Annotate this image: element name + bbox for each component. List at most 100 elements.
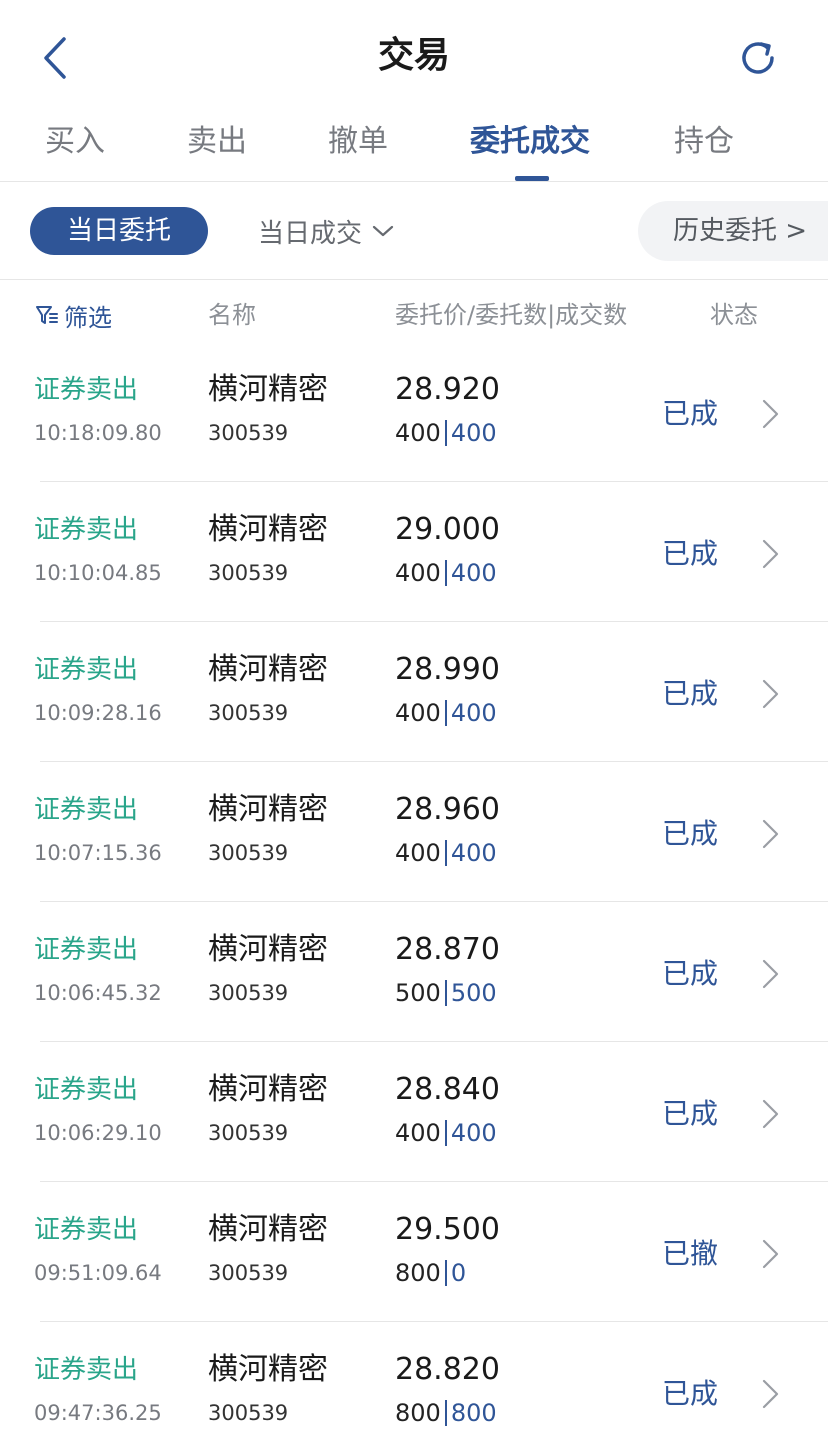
deal-qty: 400	[450, 839, 497, 867]
today-deals-dropdown[interactable]: 当日成交	[258, 207, 394, 255]
chevron-right-icon	[762, 679, 779, 709]
deal-qty: 0	[450, 1259, 467, 1287]
filter-button[interactable]: 筛选	[34, 298, 112, 332]
order-price: 29.500	[395, 1212, 500, 1247]
order-status: 已成	[662, 397, 719, 430]
refresh-button[interactable]	[730, 30, 786, 86]
qty-separator	[444, 980, 447, 1006]
stock-name: 横河精密	[208, 1212, 328, 1247]
today-orders-button[interactable]: 当日委托	[30, 207, 208, 255]
stock-name: 横河精密	[208, 792, 328, 827]
order-quantities: 800 800	[395, 1396, 497, 1430]
refresh-icon	[742, 42, 774, 74]
order-qty: 500	[395, 979, 441, 1007]
order-filter-bar: 当日委托 当日成交 历史委托 >	[0, 182, 828, 280]
deal-qty: 400	[450, 419, 497, 447]
deal-qty: 400	[450, 1119, 497, 1147]
stock-code: 300539	[208, 1121, 289, 1145]
order-row[interactable]: 证券卖出 10:06:45.32 横河精密 300539 28.870 500 5…	[0, 902, 828, 1042]
stock-code: 300539	[208, 981, 289, 1005]
stock-name: 横河精密	[208, 1352, 328, 1387]
qty-separator	[444, 700, 447, 726]
order-row[interactable]: 证券卖出 10:06:29.10 横河精密 300539 28.840 400 4…	[0, 1042, 828, 1182]
stock-name: 横河精密	[208, 652, 328, 687]
tab-cancel[interactable]: 撤单	[328, 120, 388, 164]
order-qty: 800	[395, 1259, 441, 1287]
order-status: 已成	[662, 1377, 719, 1410]
order-price: 28.820	[395, 1352, 500, 1387]
chevron-right-icon	[762, 399, 779, 429]
active-tab-indicator	[515, 176, 549, 181]
chevron-right-icon	[762, 959, 779, 989]
order-quantities: 800 0	[395, 1256, 466, 1290]
order-status: 已撤	[662, 1237, 719, 1270]
tab-buy[interactable]: 买入	[45, 120, 105, 164]
order-time: 10:06:29.10	[34, 1121, 162, 1145]
order-time: 10:18:09.80	[34, 421, 162, 445]
stock-code: 300539	[208, 701, 289, 725]
qty-separator	[444, 560, 447, 586]
order-time: 10:07:15.36	[34, 841, 162, 865]
stock-code: 300539	[208, 841, 289, 865]
order-type: 证券卖出	[34, 795, 139, 825]
order-qty: 800	[395, 1399, 441, 1427]
tab-orders-deals[interactable]: 委托成交	[470, 120, 590, 164]
deal-qty: 800	[450, 1399, 497, 1427]
order-quantities: 400 400	[395, 556, 497, 590]
order-quantities: 400 400	[395, 416, 497, 450]
order-qty: 400	[395, 419, 441, 447]
order-qty: 400	[395, 559, 441, 587]
today-deals-label: 当日成交	[258, 218, 363, 249]
order-row[interactable]: 证券卖出 10:10:04.85 横河精密 300539 29.000 400 4…	[0, 482, 828, 622]
deal-qty: 400	[450, 559, 497, 587]
stock-name: 横河精密	[208, 932, 328, 967]
qty-separator	[444, 1260, 447, 1286]
order-quantities: 400 400	[395, 696, 497, 730]
stock-name: 横河精密	[208, 512, 328, 547]
column-name: 名称	[208, 301, 256, 329]
order-type: 证券卖出	[34, 375, 139, 405]
trade-tabs: 买入 卖出 撤单 委托成交 持仓	[0, 112, 828, 182]
top-nav-bar: 交易	[0, 0, 828, 112]
order-type: 证券卖出	[34, 1355, 139, 1385]
deal-qty: 400	[450, 699, 497, 727]
stock-name: 横河精密	[208, 372, 328, 407]
order-status: 已成	[662, 677, 719, 710]
page-title: 交易	[377, 35, 450, 76]
order-qty: 400	[395, 699, 441, 727]
order-type: 证券卖出	[34, 935, 139, 965]
order-row[interactable]: 证券卖出 10:18:09.80 横河精密 300539 28.920 400 4…	[0, 342, 828, 482]
stock-name: 横河精密	[208, 1072, 328, 1107]
order-type: 证券卖出	[34, 1215, 139, 1245]
filter-icon	[34, 302, 60, 328]
order-price: 28.960	[395, 792, 500, 827]
stock-code: 300539	[208, 561, 289, 585]
order-row[interactable]: 证券卖出 09:47:36.25 横河精密 300539 28.820 800 8…	[0, 1322, 828, 1440]
order-time: 10:09:28.16	[34, 701, 162, 725]
order-time: 10:10:04.85	[34, 561, 162, 585]
order-quantities: 400 400	[395, 836, 497, 870]
chevron-right-icon	[762, 819, 779, 849]
back-button[interactable]	[30, 30, 80, 86]
order-type: 证券卖出	[34, 655, 139, 685]
stock-code: 300539	[208, 421, 289, 445]
order-price: 28.870	[395, 932, 500, 967]
qty-separator	[444, 1400, 447, 1426]
chevron-right-icon	[762, 1379, 779, 1409]
deal-qty: 500	[450, 979, 497, 1007]
chevron-right-icon	[762, 1239, 779, 1269]
column-headers: 筛选 名称 委托价/委托数|成交数 状态	[0, 280, 828, 350]
column-price-qty: 委托价/委托数|成交数	[395, 301, 628, 329]
order-price: 28.990	[395, 652, 500, 687]
order-price: 28.920	[395, 372, 500, 407]
order-row[interactable]: 证券卖出 10:09:28.16 横河精密 300539 28.990 400 4…	[0, 622, 828, 762]
order-row[interactable]: 证券卖出 09:51:09.64 横河精密 300539 29.500 800 0…	[0, 1182, 828, 1322]
tab-sell[interactable]: 卖出	[187, 120, 247, 164]
qty-separator	[444, 840, 447, 866]
stock-code: 300539	[208, 1401, 289, 1425]
order-quantities: 500 500	[395, 976, 497, 1010]
history-orders-button[interactable]: 历史委托 >	[638, 201, 828, 261]
chevron-right-icon	[762, 539, 779, 569]
tab-positions[interactable]: 持仓	[674, 120, 734, 164]
order-row[interactable]: 证券卖出 10:07:15.36 横河精密 300539 28.960 400 4…	[0, 762, 828, 902]
